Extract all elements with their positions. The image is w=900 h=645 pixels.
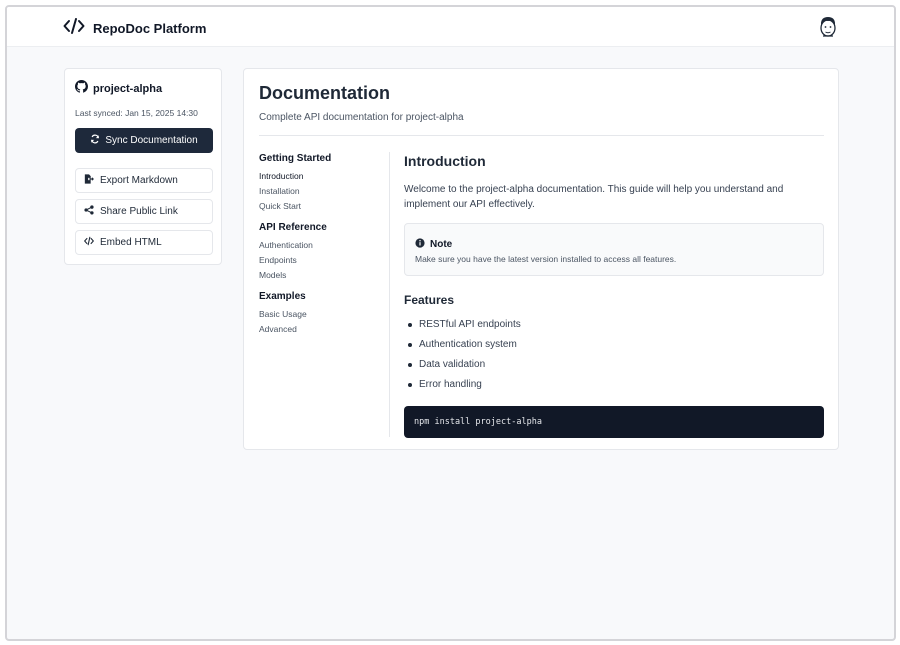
- feature-text: Authentication system: [419, 339, 517, 350]
- note-body: Make sure you have the latest version in…: [415, 254, 677, 264]
- embed-html-label: Embed HTML: [100, 237, 162, 248]
- toc-group-examples: Examples Basic Usage Advanced: [259, 291, 384, 337]
- page-title: Documentation: [259, 83, 391, 103]
- toc-link-authentication[interactable]: Authentication: [259, 238, 384, 253]
- toc-link-introduction[interactable]: Introduction: [259, 169, 384, 184]
- code-icon: [76, 236, 100, 249]
- list-item: Data validation: [404, 355, 824, 375]
- bullet-icon: [408, 363, 412, 367]
- table-of-contents: Getting Started Introduction Installatio…: [259, 153, 384, 345]
- toc-link-endpoints[interactable]: Endpoints: [259, 253, 384, 268]
- toc-link-quick-start[interactable]: Quick Start: [259, 199, 384, 214]
- github-icon: [75, 80, 88, 98]
- note-header: Note: [415, 235, 452, 253]
- toc-link-advanced[interactable]: Advanced: [259, 322, 384, 337]
- toc-section-title: API Reference: [259, 222, 327, 233]
- note-callout: Note Make sure you have the latest versi…: [404, 223, 824, 276]
- info-icon: [415, 235, 430, 253]
- list-item: RESTful API endpoints: [404, 315, 824, 335]
- share-icon: [76, 205, 100, 218]
- share-public-link-label: Share Public Link: [100, 206, 178, 217]
- code-icon: [63, 17, 85, 40]
- feature-text: Error handling: [419, 379, 482, 390]
- share-public-link-button[interactable]: Share Public Link: [75, 199, 213, 224]
- embed-html-button[interactable]: Embed HTML: [75, 230, 213, 255]
- intro-paragraph: Welcome to the project-alpha documentati…: [404, 184, 784, 210]
- top-navbar: RepoDoc Platform: [7, 7, 894, 47]
- user-avatar[interactable]: [817, 15, 839, 39]
- documentation-panel: Documentation Complete API documentation…: [243, 68, 839, 450]
- repo-name: project-alpha: [93, 83, 163, 95]
- brand[interactable]: RepoDoc Platform: [63, 17, 206, 40]
- bullet-icon: [408, 383, 412, 387]
- list-item: Authentication system: [404, 335, 824, 355]
- toc-link-basic-usage[interactable]: Basic Usage: [259, 307, 384, 322]
- code-block: npm install project-alpha: [404, 406, 824, 438]
- toc-link-installation[interactable]: Installation: [259, 184, 384, 199]
- export-markdown-label: Export Markdown: [100, 175, 178, 186]
- toc-section-title: Getting Started: [259, 153, 332, 164]
- toc-link-models[interactable]: Models: [259, 268, 384, 283]
- sync-documentation-button[interactable]: Sync Documentation: [75, 128, 213, 153]
- page-subtitle: Complete API documentation for project-a…: [259, 112, 464, 123]
- last-synced-text: Last synced: Jan 15, 2025 14:30: [75, 108, 198, 118]
- list-item: Error handling: [404, 375, 824, 395]
- feature-text: RESTful API endpoints: [419, 319, 521, 330]
- sync-button-label: Sync Documentation: [105, 135, 198, 146]
- feature-text: Data validation: [419, 359, 486, 370]
- file-export-icon: [76, 174, 100, 187]
- sync-icon: [90, 134, 105, 147]
- bullet-icon: [408, 323, 412, 327]
- app-window: RepoDoc Platform project-alpha Last sync…: [5, 5, 896, 641]
- divider: [259, 135, 824, 136]
- features-heading: Features: [404, 293, 455, 307]
- repo-header: project-alpha: [75, 80, 162, 98]
- toc-group-getting-started: Getting Started Introduction Installatio…: [259, 153, 384, 214]
- section-heading: Introduction: [404, 153, 486, 169]
- bullet-icon: [408, 343, 412, 347]
- export-markdown-button[interactable]: Export Markdown: [75, 168, 213, 193]
- toc-group-api-reference: API Reference Authentication Endpoints M…: [259, 222, 384, 283]
- toc-section-title: Examples: [259, 291, 306, 302]
- features-list: RESTful API endpoints Authentication sys…: [404, 315, 824, 395]
- note-title: Note: [430, 238, 453, 250]
- brand-title: RepoDoc Platform: [93, 21, 207, 36]
- doc-content: Introduction Welcome to the project-alph…: [404, 153, 824, 438]
- repo-sidebar: project-alpha Last synced: Jan 15, 2025 …: [64, 68, 222, 265]
- toc-divider: [389, 152, 390, 437]
